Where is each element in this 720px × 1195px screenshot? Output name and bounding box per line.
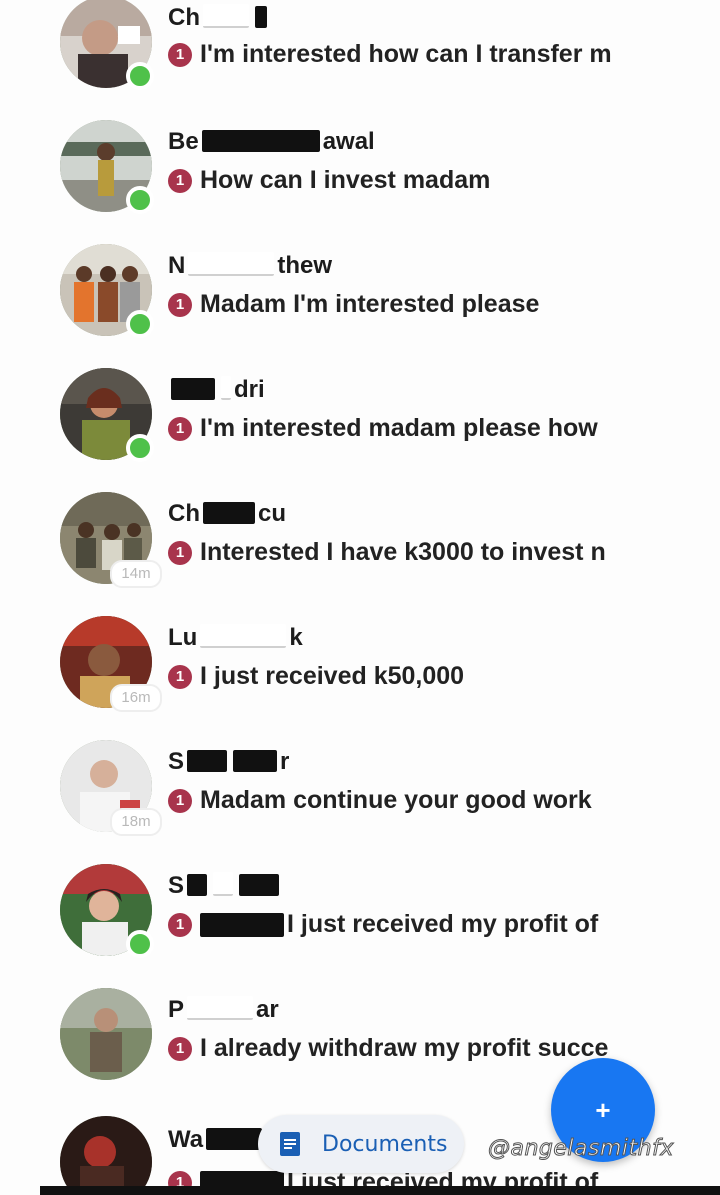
message-preview: 1 I just received my profit of	[168, 910, 598, 939]
avatar[interactable]	[60, 1116, 152, 1195]
chat-name: Lu k	[168, 624, 303, 651]
chat-row[interactable]: Nthew 1 Madam I'm interested please	[0, 244, 720, 372]
message-preview: 1 Madam continue your good work	[168, 786, 592, 815]
avatar[interactable]	[60, 244, 154, 338]
chat-row[interactable]: 18m Sr 1 Madam continue your good work	[0, 740, 720, 868]
message-preview: 1 I'm interested madam please how	[168, 414, 598, 443]
unread-count-badge: 1	[168, 168, 192, 193]
message-text: I'm interested madam please how	[200, 414, 598, 442]
online-status-icon	[126, 310, 154, 338]
message-text: I just received k50,000	[200, 662, 465, 690]
message-text: I already withdraw my profit succe	[200, 1034, 609, 1062]
chat-name: dri	[168, 376, 265, 404]
avatar[interactable]	[60, 120, 154, 214]
message-preview: 1 I just received k50,000	[168, 662, 464, 691]
chat-row[interactable]: S 1 I just received my profit of	[0, 864, 720, 992]
unread-count-badge: 1	[168, 540, 192, 565]
watermark: @angelasmithfx	[488, 1136, 674, 1162]
avatar-photo	[60, 988, 152, 1080]
online-status-icon	[126, 434, 154, 462]
message-text: How can I invest madam	[200, 166, 491, 194]
message-text: I'm interested how can I transfer m	[200, 40, 612, 68]
message-preview: 1 I already withdraw my profit succe	[168, 1034, 608, 1063]
last-active-time: 16m	[110, 684, 162, 712]
online-status-icon	[126, 62, 154, 90]
avatar[interactable]	[60, 988, 152, 1080]
avatar[interactable]	[60, 864, 154, 958]
chat-list-screen: Ch 1 I'm interested how can I transfer m…	[0, 0, 720, 1195]
message-preview: 1 Madam I'm interested please	[168, 290, 539, 319]
message-text: I just received my profit of	[287, 910, 599, 938]
unread-count-badge: 1	[168, 912, 192, 937]
message-preview: 1 I'm interested how can I transfer m	[168, 40, 612, 69]
chat-row[interactable]: Be awal 1 How can I invest madam	[0, 120, 720, 248]
unread-count-badge: 1	[168, 1036, 192, 1061]
chat-name: Nthew	[168, 252, 333, 279]
profile-photo-icon	[60, 988, 152, 1080]
message-text: Madam continue your good work	[200, 786, 592, 814]
message-preview: 1 How can I invest madam	[168, 166, 490, 195]
unread-count-badge: 1	[168, 664, 192, 689]
avatar-photo	[60, 1116, 152, 1195]
message-text: Madam I'm interested please	[200, 290, 540, 318]
avatar[interactable]	[60, 368, 154, 462]
unread-count-badge: 1	[168, 42, 192, 67]
documents-chip[interactable]: Documents	[258, 1115, 464, 1173]
last-active-time: 14m	[110, 560, 162, 588]
chat-name: Ch	[168, 4, 270, 32]
chat-row[interactable]: 16m Lu k 1 I just received k50,000	[0, 616, 720, 744]
unread-count-badge: 1	[168, 292, 192, 317]
chat-row[interactable]: 14m Ch cu 1 Interested I have k3000 to in…	[0, 492, 720, 620]
documents-label: Documents	[322, 1131, 448, 1157]
chat-name: Par	[168, 996, 279, 1023]
chat-name: Wa	[168, 1126, 265, 1154]
unread-count-badge: 1	[168, 416, 192, 441]
message-preview: 1 Interested I have k3000 to invest n	[168, 538, 606, 567]
chat-name: S	[168, 872, 282, 900]
plus-icon: +	[595, 1095, 611, 1125]
chat-row[interactable]: Ch 1 I'm interested how can I transfer m	[0, 0, 720, 124]
chat-name: Be awal	[168, 128, 375, 155]
avatar[interactable]: 16m	[60, 616, 162, 712]
profile-photo-icon	[60, 1116, 152, 1195]
avatar[interactable]: 14m	[60, 492, 162, 588]
avatar[interactable]: 18m	[60, 740, 162, 836]
avatar[interactable]	[60, 0, 154, 90]
unread-count-badge: 1	[168, 788, 192, 813]
chat-name: Ch cu	[168, 500, 287, 527]
document-icon	[280, 1132, 300, 1156]
last-active-time: 18m	[110, 808, 162, 836]
bottom-bar	[40, 1186, 720, 1195]
chat-row[interactable]: dri 1 I'm interested madam please how	[0, 368, 720, 496]
chat-name: Sr	[168, 748, 290, 775]
online-status-icon	[126, 186, 154, 214]
message-text: Interested I have k3000 to invest n	[200, 538, 606, 566]
online-status-icon	[126, 930, 154, 958]
